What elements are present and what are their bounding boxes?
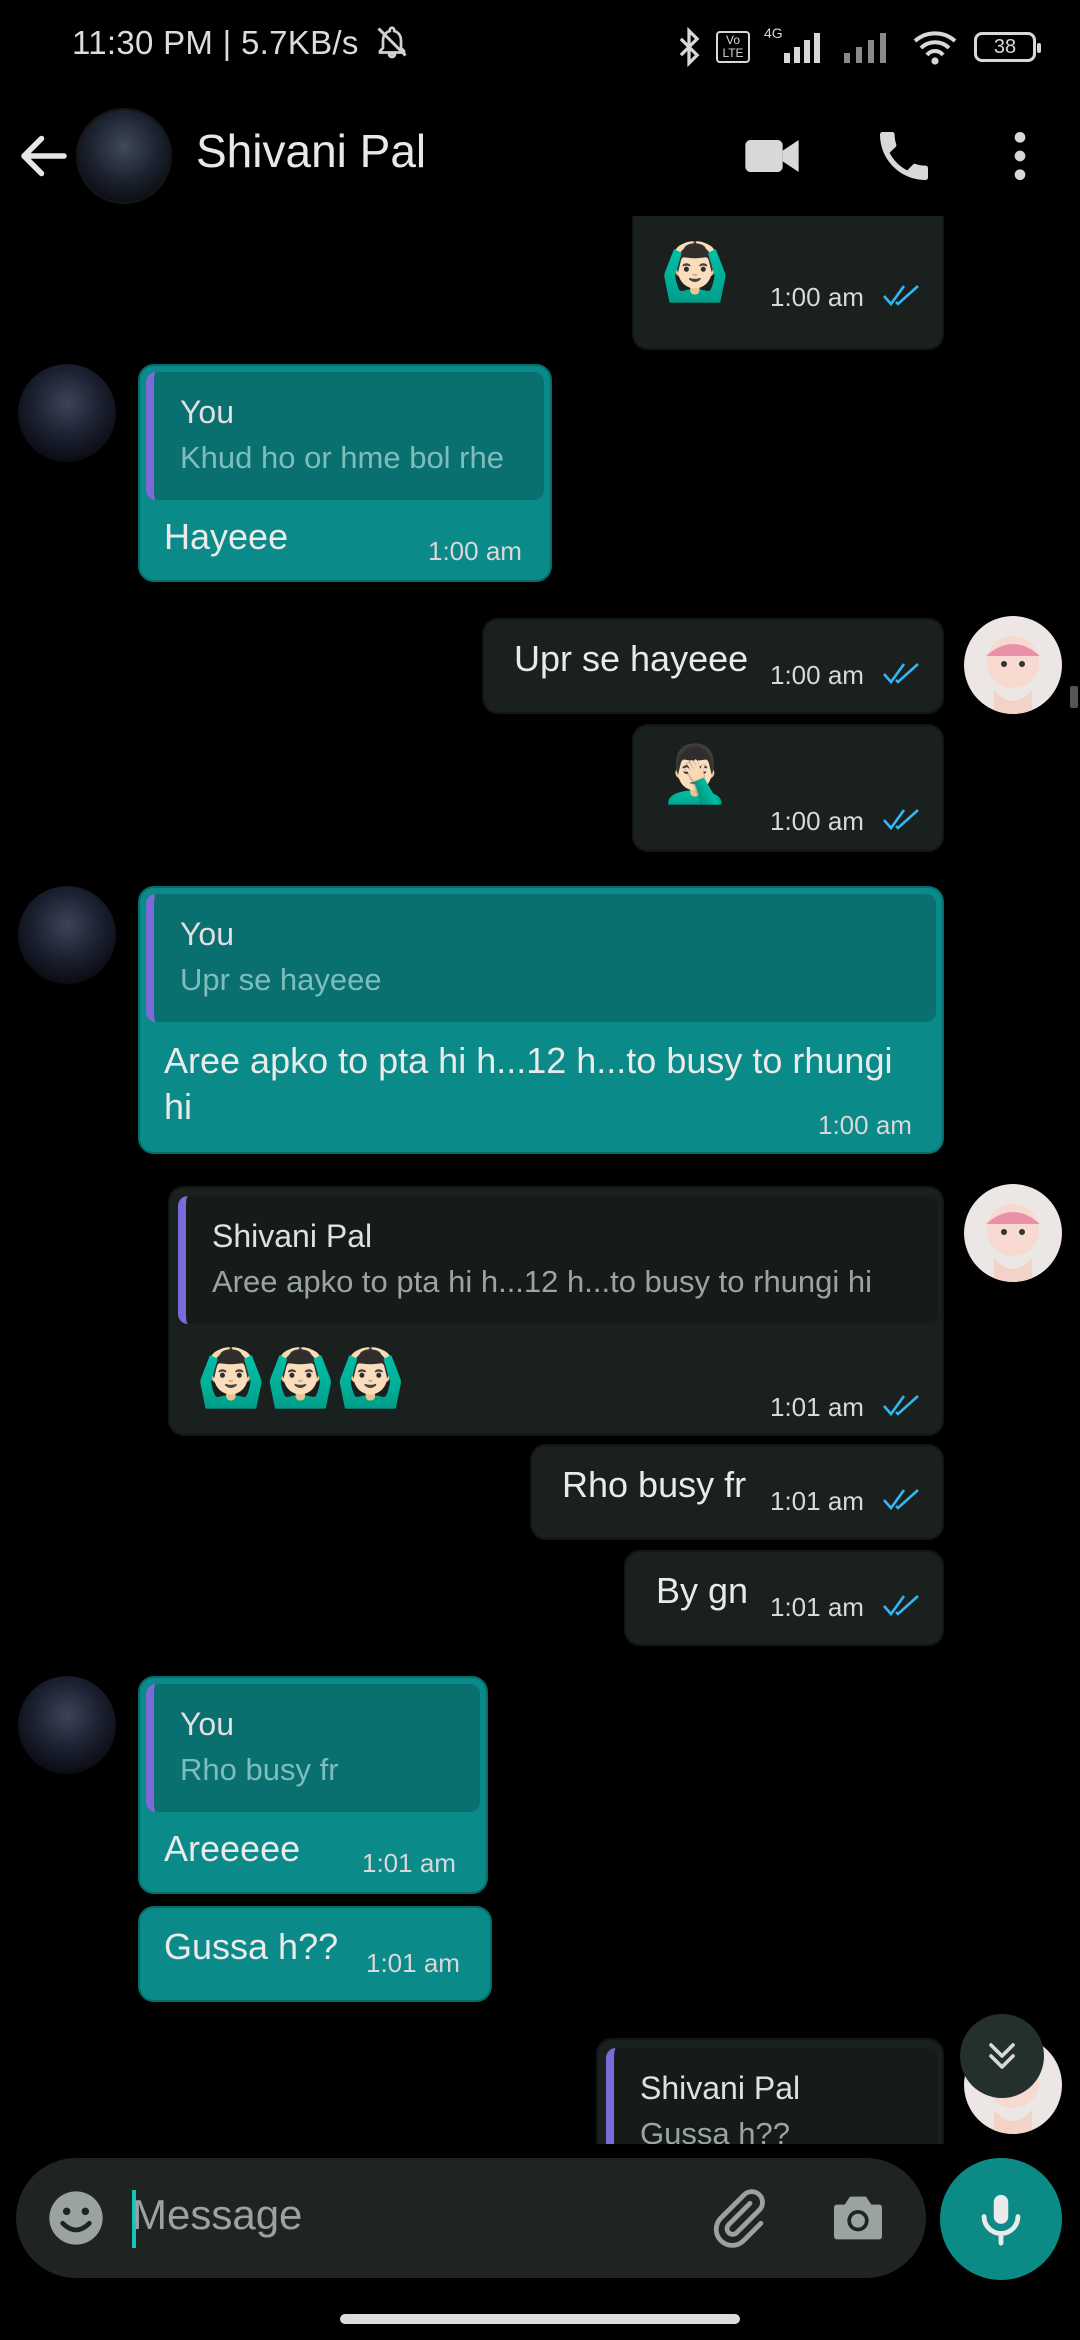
mute-notifications-icon	[377, 26, 407, 59]
message-list[interactable]: 🙆🏻‍♂️ 1:00 am You Khud ho or hme bol rhe…	[0, 216, 1080, 2144]
message-time: 1:00 am	[770, 660, 864, 690]
message-outgoing[interactable]: Rho busy fr 1:01 am	[530, 1444, 944, 1540]
message-time: 1:00 am	[428, 536, 522, 566]
contact-avatar-small[interactable]	[18, 364, 116, 462]
quoted-message[interactable]: Shivani Pal Gussa h??	[606, 2048, 938, 2144]
home-indicator[interactable]	[340, 2314, 740, 2324]
message-time: 1:00 am	[818, 1110, 912, 1140]
scroll-down-button[interactable]	[960, 2014, 1044, 2098]
phone-icon[interactable]	[872, 124, 936, 188]
read-ticks-icon	[883, 1595, 919, 1617]
scrollbar[interactable]	[1070, 686, 1078, 708]
my-avatar[interactable]	[964, 616, 1062, 714]
quoted-message[interactable]: You Khud ho or hme bol rhe	[146, 372, 544, 500]
message-text: Gussa h??	[164, 1926, 339, 1967]
message-text: Areeeee	[164, 1828, 301, 1869]
mic-button[interactable]	[940, 2158, 1062, 2280]
status-time: 11:30 PM | 5.7KB/s	[72, 24, 412, 62]
message-text: Rho busy fr	[562, 1464, 747, 1505]
video-call-icon[interactable]	[740, 124, 804, 188]
read-ticks-icon	[883, 285, 919, 307]
quoted-message[interactable]: You Rho busy fr	[146, 1684, 480, 1812]
contact-avatar[interactable]	[76, 108, 172, 204]
scroll-down-icon	[989, 2043, 1015, 2069]
message-incoming[interactable]: Gussa h?? 1:01 am	[138, 1906, 492, 2002]
message-input[interactable]: Message	[132, 2191, 302, 2239]
message-time: 1:01 am	[770, 1486, 864, 1516]
message-time: 1:01 am	[366, 1948, 460, 1978]
message-time: 1:01 am	[770, 1592, 864, 1622]
quoted-message[interactable]: Shivani Pal Aree apko to pta hi h...12 h…	[178, 1196, 938, 1324]
status-icons: Vo LTE 4G 38	[676, 22, 1041, 72]
contact-avatar-small[interactable]	[18, 1676, 116, 1774]
message-outgoing[interactable]: 🤦🏻‍♂️ 1:00 am	[632, 724, 944, 852]
message-time: 1:01 am	[770, 1392, 864, 1422]
message-text: Upr se hayeee	[514, 638, 749, 679]
emoji-content: 🙆🏻‍♂️	[660, 240, 730, 303]
message-input-bar: Message	[16, 2158, 926, 2278]
message-incoming[interactable]: You Rho busy fr Areeeee 1:01 am	[138, 1676, 488, 1894]
battery-icon: 38	[974, 32, 1041, 62]
message-outgoing[interactable]: Upr se hayeee 1:00 am	[482, 618, 944, 714]
message-outgoing[interactable]: Shivani Pal Gussa h??	[596, 2038, 944, 2144]
message-time: 1:01 am	[362, 1848, 456, 1878]
message-text: Aree apko to pta hi h...12 h...to busy t…	[164, 1040, 893, 1127]
message-time: 1:00 am	[770, 806, 864, 836]
message-incoming[interactable]: You Upr se hayeee Aree apko to pta hi h.…	[138, 886, 944, 1154]
read-ticks-icon	[883, 663, 919, 685]
camera-icon[interactable]	[826, 2186, 890, 2250]
message-time: 1:00 am	[770, 282, 864, 312]
message-outgoing[interactable]: Shivani Pal Aree apko to pta hi h...12 h…	[168, 1186, 944, 1436]
status-bar: 11:30 PM | 5.7KB/s Vo LTE 4G 38	[0, 0, 1080, 96]
read-ticks-icon	[883, 1395, 919, 1417]
emoji-icon[interactable]	[44, 2186, 108, 2250]
signal-4g-icon: 4G	[764, 25, 828, 65]
volte-icon: Vo LTE	[716, 31, 750, 63]
read-ticks-icon	[883, 809, 919, 831]
wifi-icon	[913, 31, 957, 65]
message-outgoing[interactable]: 🙆🏻‍♂️ 1:00 am	[632, 216, 944, 350]
signal-icon	[844, 33, 886, 63]
message-text: Hayeee	[164, 516, 289, 557]
bluetooth-icon	[679, 27, 700, 67]
back-arrow-icon[interactable]	[14, 126, 74, 186]
contact-name[interactable]: Shivani Pal	[196, 124, 426, 178]
message-outgoing[interactable]: By gn 1:01 am	[624, 1550, 944, 1646]
emoji-content: 🙆🏻‍♂️🙆🏻‍♂️🙆🏻‍♂️	[196, 1346, 406, 1409]
chat-header: Shivani Pal	[0, 96, 1080, 216]
mic-icon	[981, 2194, 1021, 2246]
attach-icon[interactable]	[706, 2186, 770, 2250]
emoji-content: 🤦🏻‍♂️	[660, 742, 730, 805]
message-text: By gn	[656, 1570, 749, 1611]
quoted-message[interactable]: You Upr se hayeee	[146, 894, 936, 1022]
message-incoming[interactable]: You Khud ho or hme bol rhe Hayeee 1:00 a…	[138, 364, 552, 582]
more-vert-icon[interactable]	[988, 124, 1052, 188]
contact-avatar-small[interactable]	[18, 886, 116, 984]
my-avatar[interactable]	[964, 1184, 1062, 1282]
read-ticks-icon	[883, 1489, 919, 1511]
